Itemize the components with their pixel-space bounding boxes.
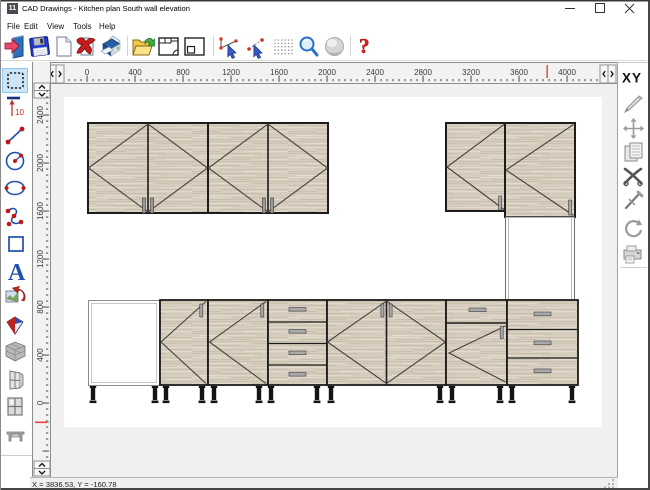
svg-text:10: 10 [15, 108, 24, 117]
svg-text:?: ? [359, 34, 370, 58]
svg-text:XY: XY [622, 71, 642, 86]
svg-text:A: A [8, 260, 26, 286]
